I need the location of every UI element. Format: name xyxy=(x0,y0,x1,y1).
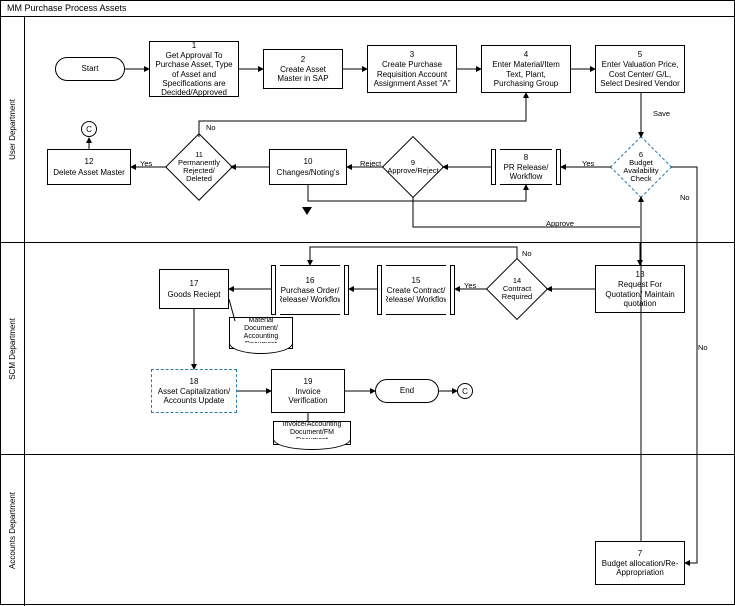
lane-accounts: Accounts Department 7Budget allocation/R… xyxy=(1,455,735,606)
node-4: 4Enter Material/Item Text, Plant, Purcha… xyxy=(481,45,571,93)
node-8: 8PR Release/ Workflow xyxy=(491,149,561,185)
label-no-11: No xyxy=(205,123,217,132)
page-title: MM Purchase Process Assets xyxy=(1,1,734,17)
label-approve: Approve xyxy=(545,219,575,228)
node-15: 15Create Contract/ Release/ Workflow xyxy=(377,265,455,315)
node-idoc: Invoice/Accounting Document/FM Document xyxy=(273,421,351,445)
node-end: End xyxy=(375,379,439,403)
label-no-7loop: No xyxy=(697,343,709,352)
node-18: 18Asset Capitalization/ Accounts Update xyxy=(151,369,237,413)
node-5: 5Enter Valuation Price, Cost Center/ G/L… xyxy=(595,45,685,93)
node-12: 12Delete Asset Master xyxy=(47,149,131,185)
node-13: 13Request For Quotation/ Maintain quotat… xyxy=(595,265,685,313)
lane-label-scm: SCM Department xyxy=(1,243,25,454)
node-2: 2Create Asset Master in SAP xyxy=(263,49,343,89)
node-11: 11Permanently Rejected/ Deleted xyxy=(175,143,223,191)
feedback-arrowhead xyxy=(302,207,312,215)
node-14: 14Contract Required xyxy=(495,267,539,311)
node-10: 10Changes/Noting's xyxy=(269,149,347,185)
lane-label-accounts: Accounts Department xyxy=(1,455,25,606)
node-6: 6Budget Availability Check xyxy=(619,145,663,189)
label-save: Save xyxy=(652,109,671,118)
node-start: Start xyxy=(55,57,125,81)
node-mdoc: Material Document/ Accounting Document xyxy=(229,317,293,349)
label-no-6: No xyxy=(679,193,691,202)
node-1: 1Get Approval To Purchase Asset, Type of… xyxy=(149,41,239,97)
node-16: 16Purchase Order/ Release/ Workflow xyxy=(271,265,349,315)
lane-label-user: User Department xyxy=(1,17,25,242)
label-yes-11: Yes xyxy=(139,159,153,168)
label-yes-14: Yes xyxy=(463,281,477,290)
node-9: 9Approve/Reject xyxy=(391,145,435,189)
lane-user: User Department Start 1Get Approval To P… xyxy=(1,17,735,243)
label-yes-6: Yes xyxy=(581,159,595,168)
label-no-14: No xyxy=(521,249,533,258)
node-19: 19Invoice Verification xyxy=(271,369,345,413)
node-3: 3Create Purchase Requisition Account Ass… xyxy=(367,45,457,93)
connector-c-top: C xyxy=(81,121,97,137)
lane-scm: SCM Department 13Request For Quotation/ … xyxy=(1,243,735,455)
connector-c-bottom: C xyxy=(457,383,473,399)
node-17: 17Goods Reciept xyxy=(159,269,229,309)
node-7: 7Budget allocation/Re-Appropriation xyxy=(595,541,685,585)
diagram-page: MM Purchase Process Assets User Departme… xyxy=(0,0,735,605)
label-reject: Reject xyxy=(359,159,382,168)
swimlanes: User Department Start 1Get Approval To P… xyxy=(1,17,735,606)
